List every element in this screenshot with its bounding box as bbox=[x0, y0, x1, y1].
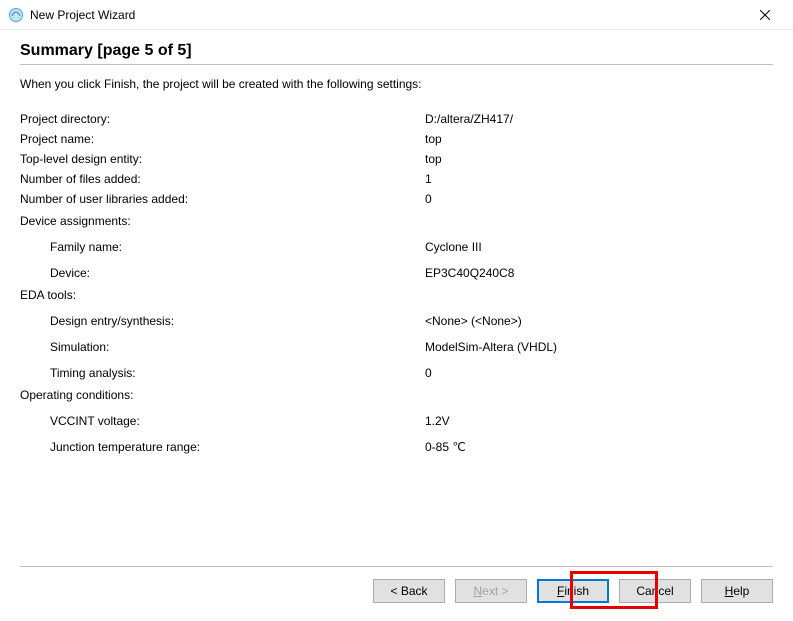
window-title: New Project Wizard bbox=[30, 8, 745, 22]
app-icon bbox=[8, 7, 24, 23]
label-simulation: Simulation: bbox=[20, 337, 425, 357]
title-separator bbox=[20, 64, 773, 65]
footer: < Back Next > Finish Cancel Help bbox=[0, 556, 793, 621]
row-project-directory: Project directory: D:/altera/ZH417/ bbox=[20, 109, 773, 129]
label-device-assignments: Device assignments: bbox=[20, 211, 425, 231]
footer-separator bbox=[20, 566, 773, 567]
value-vccint: 1.2V bbox=[425, 411, 773, 431]
close-icon bbox=[760, 10, 770, 20]
value-design-entry: <None> (<None>) bbox=[425, 311, 773, 331]
label-vccint: VCCINT voltage: bbox=[20, 411, 425, 431]
button-bar: < Back Next > Finish Cancel Help bbox=[20, 579, 773, 603]
row-vccint: VCCINT voltage: 1.2V bbox=[20, 411, 773, 431]
finish-button[interactable]: Finish bbox=[537, 579, 609, 603]
value-device: EP3C40Q240C8 bbox=[425, 263, 773, 283]
value-timing: 0 bbox=[425, 363, 773, 383]
instruction-text: When you click Finish, the project will … bbox=[20, 77, 773, 91]
finish-rest: inish bbox=[564, 584, 589, 598]
content-area: Summary [page 5 of 5] When you click Fin… bbox=[0, 30, 793, 457]
row-operating-conditions: Operating conditions: bbox=[20, 385, 773, 405]
cancel-button[interactable]: Cancel bbox=[619, 579, 691, 603]
row-timing: Timing analysis: 0 bbox=[20, 363, 773, 383]
row-junction: Junction temperature range: 0-85 ℃ bbox=[20, 437, 773, 457]
help-button[interactable]: Help bbox=[701, 579, 773, 603]
label-operating-conditions: Operating conditions: bbox=[20, 385, 425, 405]
value-top-entity: top bbox=[425, 149, 773, 169]
close-button[interactable] bbox=[745, 1, 785, 29]
label-num-libs: Number of user libraries added: bbox=[20, 189, 425, 209]
label-timing: Timing analysis: bbox=[20, 363, 425, 383]
value-simulation: ModelSim-Altera (VHDL) bbox=[425, 337, 773, 357]
label-junction: Junction temperature range: bbox=[20, 437, 425, 457]
row-top-entity: Top-level design entity: top bbox=[20, 149, 773, 169]
label-family: Family name: bbox=[20, 237, 425, 257]
label-project-name: Project name: bbox=[20, 129, 425, 149]
label-design-entry: Design entry/synthesis: bbox=[20, 311, 425, 331]
value-num-files: 1 bbox=[425, 169, 773, 189]
label-num-files: Number of files added: bbox=[20, 169, 425, 189]
value-family: Cyclone III bbox=[425, 237, 773, 257]
row-eda-tools: EDA tools: bbox=[20, 285, 773, 305]
row-num-libs: Number of user libraries added: 0 bbox=[20, 189, 773, 209]
next-rest: ext > bbox=[482, 584, 508, 598]
value-project-directory: D:/altera/ZH417/ bbox=[425, 109, 773, 129]
page-title: Summary [page 5 of 5] bbox=[20, 42, 773, 60]
row-project-name: Project name: top bbox=[20, 129, 773, 149]
label-project-directory: Project directory: bbox=[20, 109, 425, 129]
row-device: Device: EP3C40Q240C8 bbox=[20, 263, 773, 283]
row-device-assignments: Device assignments: bbox=[20, 211, 773, 231]
row-num-files: Number of files added: 1 bbox=[20, 169, 773, 189]
back-button[interactable]: < Back bbox=[373, 579, 445, 603]
titlebar: New Project Wizard bbox=[0, 0, 793, 30]
value-project-name: top bbox=[425, 129, 773, 149]
label-eda-tools: EDA tools: bbox=[20, 285, 425, 305]
help-mnemonic: H bbox=[725, 584, 734, 598]
next-button: Next > bbox=[455, 579, 527, 603]
value-junction: 0-85 ℃ bbox=[425, 437, 773, 457]
finish-mnemonic: F bbox=[557, 584, 564, 598]
help-rest: elp bbox=[733, 584, 749, 598]
label-device: Device: bbox=[20, 263, 425, 283]
row-simulation: Simulation: ModelSim-Altera (VHDL) bbox=[20, 337, 773, 357]
row-design-entry: Design entry/synthesis: <None> (<None>) bbox=[20, 311, 773, 331]
label-top-entity: Top-level design entity: bbox=[20, 149, 425, 169]
row-family: Family name: Cyclone III bbox=[20, 237, 773, 257]
next-mnemonic: N bbox=[473, 584, 482, 598]
value-num-libs: 0 bbox=[425, 189, 773, 209]
